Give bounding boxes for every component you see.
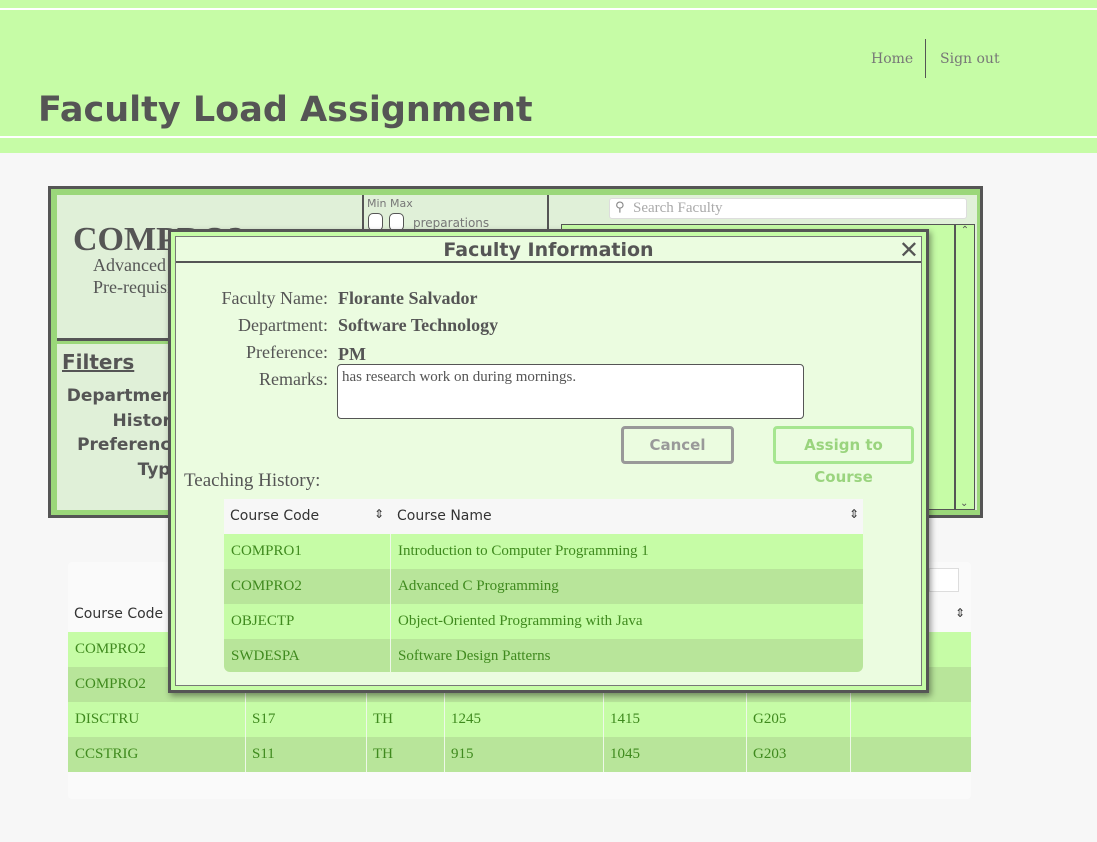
history-course-code: COMPRO2 [231,578,302,594]
preference-value: PM [338,344,366,364]
schedule-cell: DISCTRU [75,711,140,727]
history-row[interactable]: COMPRO2 Advanced C Programming [224,569,863,604]
schedule-row[interactable]: DISCTRU S17 TH 1245 1415 G205 [68,702,971,737]
page-title: Faculty Load Assignment [38,90,533,130]
schedule-cell: COMPRO2 [75,641,146,657]
history-course-name: Introduction to Computer Programming 1 [398,543,649,559]
assign-to-course-button[interactable]: Assign to Course [773,426,914,486]
sort-icon[interactable]: ⇕ [374,507,384,521]
filters-title: Filters [62,350,135,374]
column-header-course-code[interactable]: Course Code [74,606,163,622]
history-row[interactable]: SWDESPA Software Design Patterns [224,639,863,672]
department-value: Software Technology [338,315,499,335]
search-icon: ⚲ [615,200,625,215]
min-label: Min [367,197,387,210]
max-label: Max [390,197,413,210]
sort-icon[interactable]: ⇕ [955,606,965,620]
schedule-cell: CCSTRIG [75,746,139,762]
schedule-cell: TH [373,746,393,762]
schedule-row[interactable]: CCSTRIG S11 TH 915 1045 G203 [68,737,971,772]
schedule-cell: 915 [451,746,474,762]
faculty-info-modal: Faculty Information ✕ Faculty Name: Flor… [168,229,929,693]
scroll-up-icon[interactable]: ⌃ [956,225,974,236]
schedule-cell: G203 [753,746,787,762]
preference-label: Preference: [246,342,328,362]
search-faculty-input[interactable]: ⚲ Search Faculty [609,198,967,219]
sort-icon[interactable]: ⇕ [849,507,859,521]
table-search-input[interactable] [929,568,959,592]
history-course-code: SWDESPA [231,648,300,664]
filter-department-label: Department [66,386,182,406]
header: Faculty Load Assignment Home Sign out [0,0,1097,153]
history-course-code: COMPRO1 [231,543,302,559]
nav-signout-link[interactable]: Sign out [940,51,1000,67]
filter-preference-label: Preference [77,435,182,455]
divider [0,8,1097,10]
faculty-name-value: Florante Salvador [338,288,478,308]
teaching-history-label: Teaching History: [184,470,321,491]
department-label: Department: [238,315,328,335]
history-row[interactable]: COMPRO1 Introduction to Computer Programm… [224,534,863,569]
modal-title: Faculty Information [176,237,921,263]
teaching-history-table: Course Code ⇕ Course Name ⇕ COMPRO1 Intro… [224,499,863,672]
remarks-label: Remarks: [259,369,328,389]
scroll-down-icon[interactable]: ⌄ [960,498,968,509]
history-header-code[interactable]: Course Code [230,508,319,524]
filter-history-label: History [112,410,182,431]
history-row[interactable]: OBJECTP Object-Oriented Programming with … [224,604,863,639]
schedule-cell: 1045 [610,746,640,762]
filter-type-label: Type [137,459,182,480]
schedule-cell: COMPRO2 [75,676,146,692]
preparations-label: preparations [413,216,490,230]
history-course-code: OBJECTP [231,613,295,629]
history-header-name[interactable]: Course Name [397,508,492,524]
nav-divider [925,39,926,78]
remarks-textarea[interactable]: has research work on during mornings. [337,364,804,419]
cancel-button[interactable]: Cancel [621,426,734,464]
schedule-cell: 1245 [451,711,481,727]
schedule-cell: 1415 [610,711,640,727]
search-placeholder: Search Faculty [633,200,723,216]
faculty-name-label: Faculty Name: [221,288,328,308]
close-icon[interactable]: ✕ [899,238,919,262]
faculty-list-scrollbar[interactable]: ⌃ ⌄ [955,224,975,510]
history-course-name: Advanced C Programming [398,578,559,594]
history-course-name: Object-Oriented Programming with Java [398,613,643,629]
schedule-cell: TH [373,711,393,727]
nav-home-link[interactable]: Home [871,51,913,67]
schedule-cell: G205 [753,711,787,727]
divider [0,136,1097,138]
schedule-cell: S17 [252,711,276,727]
history-course-name: Software Design Patterns [398,648,551,664]
schedule-cell: S11 [252,746,275,762]
